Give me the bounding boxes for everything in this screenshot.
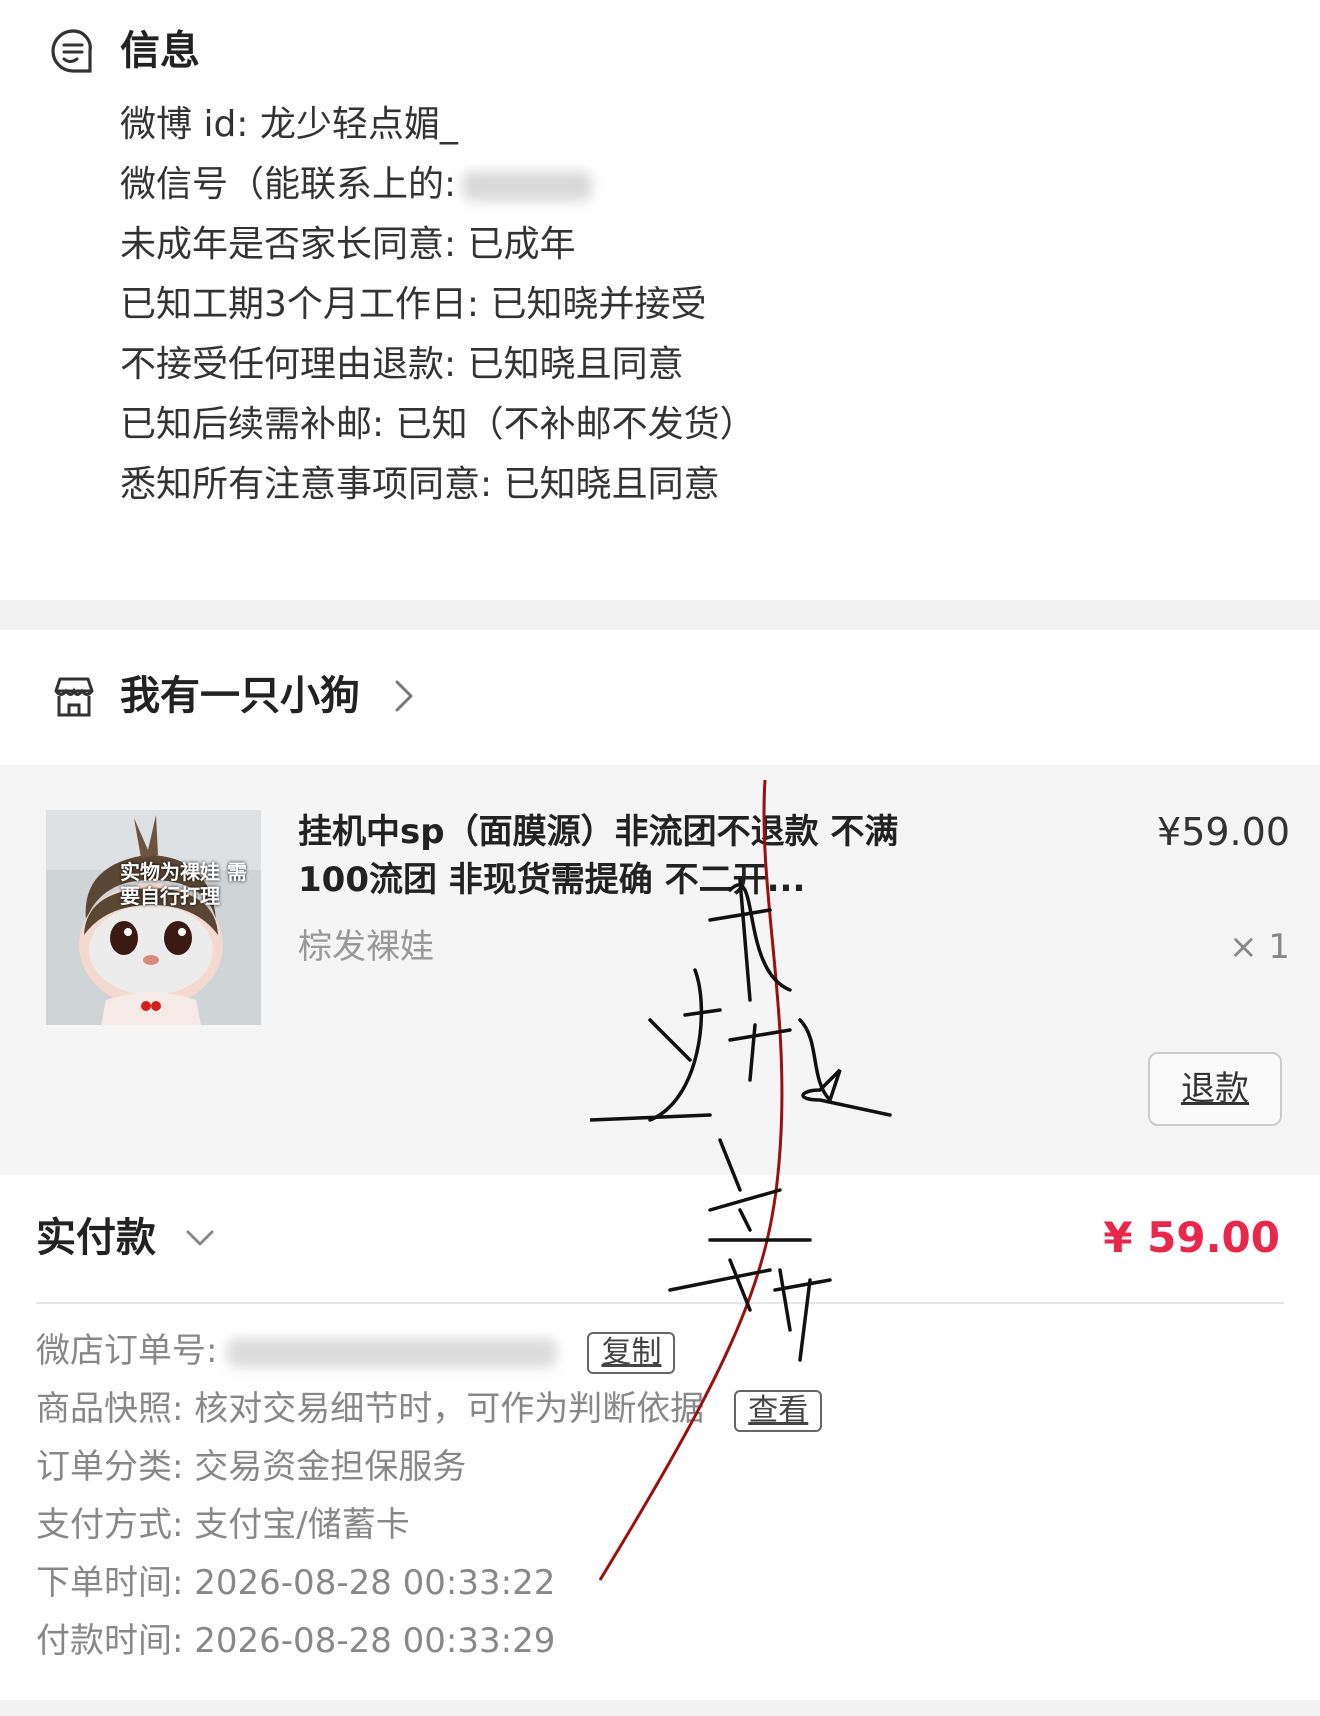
actual-payment-label[interactable]: 实付款 [36, 1212, 156, 1264]
info-extra-postage: 已知后续需补邮: 已知（不补邮不发货） [120, 404, 756, 445]
info-work-period: 已知工期3个月工作日: 已知晓并接受 [120, 284, 707, 325]
info-no-refund: 不接受任何理由退款: 已知晓且同意 [120, 344, 684, 385]
info-parental-consent: 未成年是否家长同意: 已成年 [120, 224, 576, 265]
snapshot-row: 商品快照: 核对交易细节时，可作为判断依据 查看 [36, 1386, 823, 1432]
order-category: 订单分类: 交易资金担保服务 [36, 1447, 467, 1487]
order-number-row: 微店订单号: 复制 [36, 1328, 676, 1374]
redacted-wechat [462, 171, 593, 201]
payment-divider [36, 1302, 1284, 1304]
product-thumbnail[interactable] [46, 810, 261, 1025]
thumbnail-caption: 实物为裸娃 需要自行打理 [120, 860, 247, 908]
product-price: ¥59.00 [1157, 810, 1290, 854]
shop-name[interactable]: 我有一只小狗 [120, 670, 360, 722]
snapshot-label: 商品快照: 核对交易细节时，可作为判断依据 [36, 1389, 705, 1429]
info-wechat-label: 微信号（能联系上的: [120, 164, 457, 205]
bottom-divider [0, 1700, 1320, 1716]
shop-icon [54, 677, 94, 717]
payment-time: 付款时间: 2026-08-28 00:33:29 [36, 1621, 556, 1661]
doll-image [46, 810, 261, 1025]
product-title[interactable]: 挂机中sp（面膜源）非流团不退款 不满100流团 非现货需提确 不二开... [298, 808, 958, 904]
section-divider [0, 600, 1320, 630]
order-time: 下单时间: 2026-08-28 00:33:22 [36, 1563, 556, 1603]
order-number-label: 微店订单号: [36, 1331, 218, 1371]
payment-method: 支付方式: 支付宝/储蓄卡 [36, 1505, 410, 1545]
redacted-order-number [227, 1337, 558, 1368]
product-quantity: × 1 [1229, 927, 1290, 967]
info-section-title: 信息 [120, 28, 200, 74]
copy-button[interactable]: 复制 [587, 1331, 676, 1374]
chevron-right-icon[interactable] [392, 676, 416, 716]
refund-button[interactable]: 退款 [1148, 1052, 1282, 1126]
actual-payment-amount: ¥ 59.00 [1103, 1213, 1280, 1262]
info-weibo-id: 微博 id: 龙少轻点媚_ [120, 104, 458, 145]
view-snapshot-button[interactable]: 查看 [734, 1389, 823, 1432]
chevron-down-icon[interactable] [184, 1224, 216, 1252]
product-spec: 棕发裸娃 [298, 927, 434, 967]
info-agreement: 悉知所有注意事项同意: 已知晓且同意 [120, 464, 720, 505]
info-wechat: 微信号（能联系上的: [120, 162, 593, 208]
message-icon [51, 29, 92, 73]
